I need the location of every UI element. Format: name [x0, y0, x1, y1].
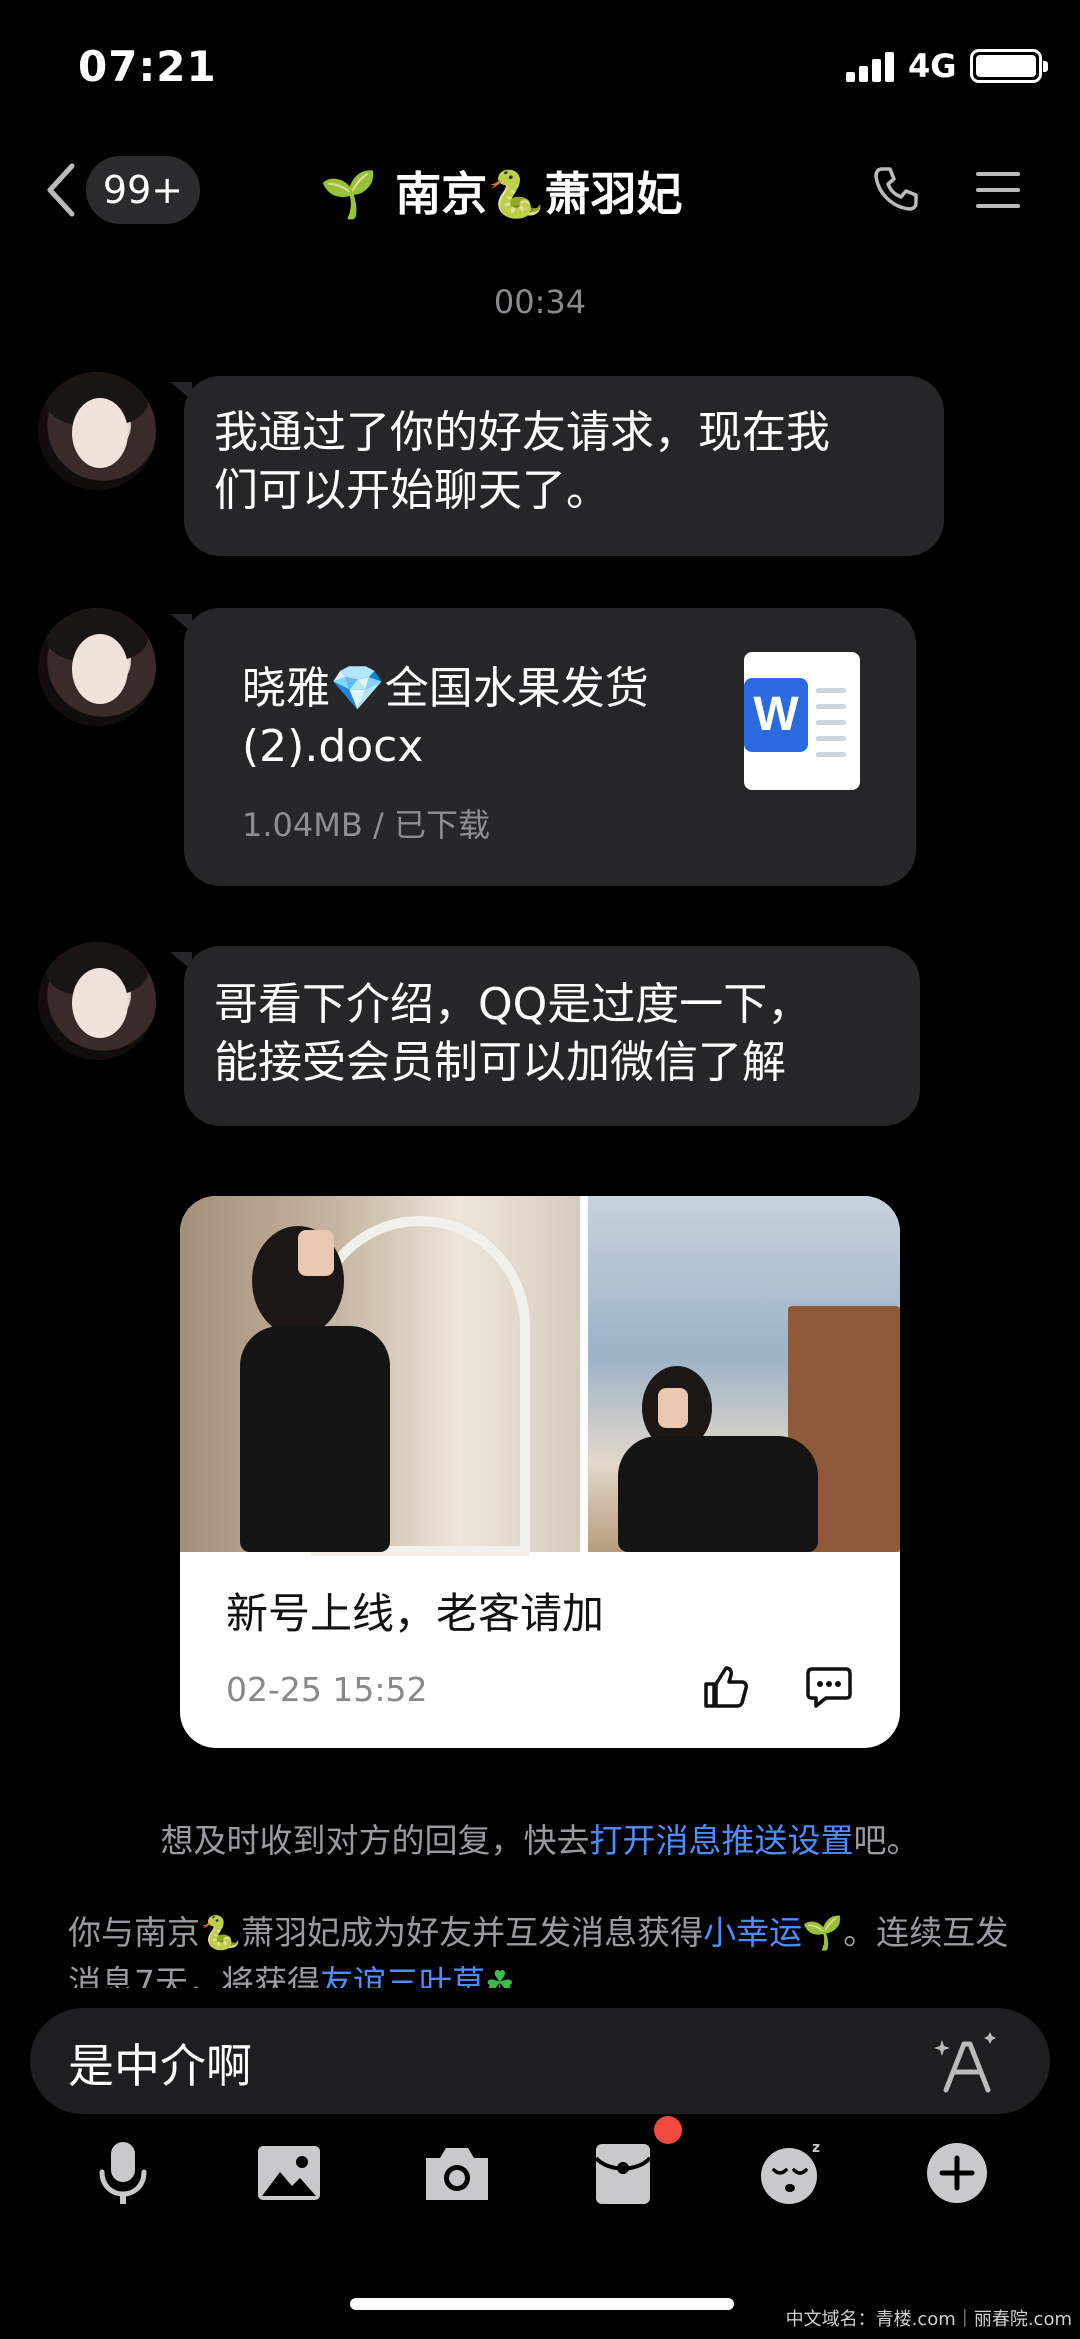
notification-dot	[654, 2116, 682, 2144]
sprout-icon: 🌱	[320, 167, 378, 221]
open-push-settings-link[interactable]: 打开消息推送设置	[590, 1821, 854, 1860]
file-size-status: 1.04MB / 已下载	[242, 806, 490, 844]
chat-title: 🌱 南京🐍萧羽妃	[320, 158, 683, 224]
red-packet-icon[interactable]	[588, 2138, 658, 2208]
battery-icon	[970, 49, 1048, 83]
status-bar: 07:21 4G	[0, 0, 1080, 130]
svg-text:z: z	[812, 2140, 820, 2156]
signal-icon	[846, 52, 896, 82]
contact-name: 南京🐍萧羽妃	[395, 167, 683, 221]
sprout-icon: 🌱	[802, 1913, 844, 1952]
microphone-icon[interactable]	[88, 2138, 158, 2208]
post-photo	[180, 1196, 580, 1556]
message-bubble[interactable]: 哥看下介绍，QQ是过度一下， 能接受会员制可以加微信了解	[170, 946, 920, 1126]
emoji-sleep-icon[interactable]: z	[756, 2138, 826, 2208]
file-name-line: 晓雅💎全国水果发货	[242, 663, 649, 714]
post-date: 02-25 15:52	[226, 1670, 428, 1709]
unread-count-badge[interactable]: 99+	[86, 156, 200, 224]
word-document-icon: W	[744, 652, 860, 790]
push-settings-notice: 想及时收到对方的回复，快去打开消息推送设置吧。	[160, 1821, 920, 1860]
friendship-notice: 你与南京🐍萧羽妃成为好友并互发消息获得小幸运🌱。连续互发消息7天，将获得友谊三叶…	[68, 1908, 1028, 1988]
contact-avatar[interactable]	[38, 372, 156, 490]
lucky-link[interactable]: 小幸运	[703, 1913, 802, 1952]
message-bubble[interactable]: 我通过了你的好友请求，现在我 们可以开始聊天了。	[170, 376, 944, 556]
message-text-line: 哥看下介绍，QQ是过度一下，	[214, 979, 812, 1030]
post-photo	[588, 1196, 900, 1552]
network-type: 4G	[908, 47, 957, 85]
comment-icon[interactable]	[806, 1666, 852, 1708]
contact-avatar[interactable]	[38, 608, 156, 726]
status-time: 07:21	[78, 42, 217, 91]
file-name-line: (2).docx	[242, 721, 424, 772]
home-indicator[interactable]	[350, 2298, 734, 2310]
post-caption: 新号上线，老客请加	[226, 1589, 605, 1638]
message-text-line: 能接受会员制可以加微信了解	[214, 1037, 786, 1088]
message-timestamp: 00:34	[493, 283, 587, 321]
shared-post-card[interactable]: 新号上线，老客请加 02-25 15:52	[180, 1196, 900, 1748]
friendship-clover-link[interactable]: 友谊三叶草	[320, 1963, 485, 1988]
file-message-bubble[interactable]: 晓雅💎全国水果发货 (2).docx 1.04MB / 已下载 W	[170, 608, 916, 886]
message-input[interactable]: 是中介啊	[30, 2008, 1050, 2114]
footer-domain-text: 中文域名：青楼.com｜丽春院.com	[785, 2309, 1072, 2330]
phone-call-icon[interactable]	[872, 165, 920, 213]
ai-font-icon[interactable]	[934, 2032, 998, 2096]
image-icon[interactable]	[254, 2138, 324, 2208]
message-text-line: 我通过了你的好友请求，现在我	[214, 407, 830, 458]
clover-icon: ☘	[485, 1963, 515, 1988]
camera-icon[interactable]	[422, 2138, 492, 2208]
plus-icon[interactable]	[922, 2138, 992, 2208]
menu-icon[interactable]	[976, 170, 1020, 210]
message-input-value: 是中介啊	[68, 2039, 252, 2093]
message-text-line: 们可以开始聊天了。	[214, 465, 610, 516]
contact-avatar[interactable]	[38, 942, 156, 1060]
back-arrow-icon[interactable]	[42, 160, 82, 220]
thumbs-up-icon[interactable]	[702, 1664, 748, 1710]
